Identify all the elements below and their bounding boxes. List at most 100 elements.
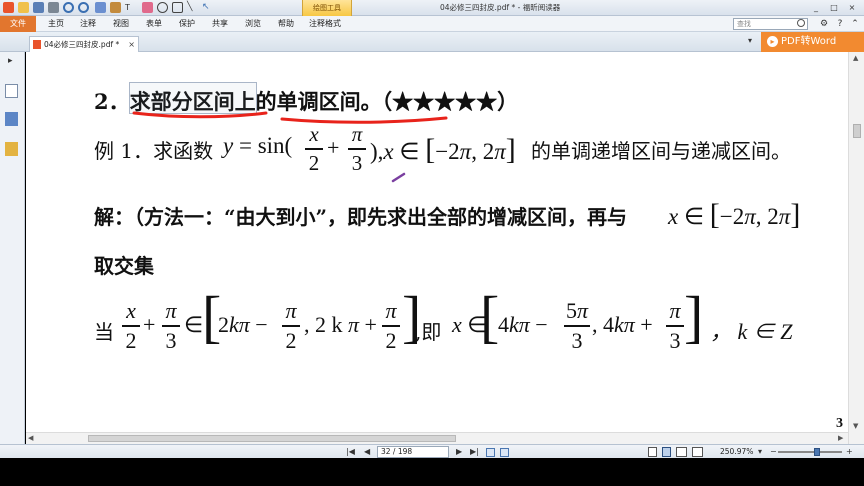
right-bracket-b: ]	[684, 284, 704, 349]
page-corner-number: 3	[836, 416, 843, 431]
file-menu-button[interactable]: 文件	[0, 16, 36, 32]
pdf-file-icon	[33, 40, 41, 49]
pdf-convert-icon: ▸	[767, 36, 778, 47]
zoom-in-icon[interactable]: +	[846, 446, 853, 458]
go-forward-view-icon[interactable]	[500, 448, 509, 457]
scroll-down-icon[interactable]: ▼	[853, 422, 858, 430]
bookmarks-icon[interactable]	[5, 84, 18, 98]
scroll-up-icon[interactable]: ▲	[853, 54, 858, 62]
tab-form[interactable]: 表单	[146, 16, 162, 32]
attachments-icon[interactable]	[5, 142, 18, 156]
left-bracket-b: [	[480, 284, 500, 349]
black-letterbox-bar	[0, 458, 864, 486]
pages-icon[interactable]	[5, 112, 18, 126]
tab-comment[interactable]: 注释	[80, 16, 96, 32]
undo-icon[interactable]	[63, 2, 74, 13]
vertical-scrollbar[interactable]: ▲ ▼	[848, 52, 864, 444]
ellipse-tool-icon[interactable]	[157, 2, 168, 13]
document-tab-bar: 04必修三四封皮.pdf * × ▾	[0, 32, 864, 52]
element-of-sign: ∈	[184, 312, 204, 337]
tab-home[interactable]: 主页	[48, 16, 64, 32]
fraction-5pi-over-3: 5π 3	[564, 298, 590, 353]
pdf-page: 2．求部分区间上的单调区间。（★★★★★） 例 1．求函数 y = sin( x…	[26, 52, 848, 432]
document-tab-label: 04必修三四封皮.pdf *	[44, 40, 120, 49]
document-tab[interactable]: 04必修三四封皮.pdf * ×	[29, 36, 139, 52]
help-icon[interactable]: ?	[834, 19, 846, 30]
ribbon-tabs: 文件 主页 注释 视图 表单 保护 共享 浏览 帮助 注释格式 查找 ⚙ ? ⌃	[0, 16, 864, 32]
search-icon[interactable]	[797, 19, 805, 27]
close-window-button[interactable]: ×	[846, 2, 858, 13]
minimize-button[interactable]: _	[810, 2, 822, 13]
fraction-pi-over-3: π3	[348, 122, 366, 176]
fraction-pi-over-3-c: π3	[666, 298, 684, 354]
next-page-button[interactable]: ▶	[456, 446, 462, 458]
navigation-sidebar: ▸	[0, 52, 25, 444]
vertical-scroll-thumb[interactable]	[853, 124, 861, 138]
tab-comment-format[interactable]: 注释格式	[309, 16, 341, 32]
continuous-facing-view-icon[interactable]	[692, 447, 703, 457]
scroll-right-icon[interactable]: ▶	[838, 434, 843, 442]
status-bar: |◀ ◀ 32 / 198 ▶ ▶| 250.97% ▾ − +	[0, 444, 864, 458]
eraser-icon[interactable]	[142, 2, 153, 13]
term-2k-pi: 2kπ −	[218, 312, 268, 337]
zoom-dropdown-icon[interactable]: ▾	[758, 446, 762, 458]
facing-view-icon[interactable]	[676, 447, 687, 457]
go-back-view-icon[interactable]	[486, 448, 495, 457]
open-folder-icon[interactable]	[18, 2, 29, 13]
tab-list-dropdown-icon[interactable]: ▾	[748, 36, 752, 45]
plus-sign: +	[327, 135, 340, 160]
solution-line-1: 解：（方法一：“由大到小”，即先求出全部的增减区间，再与	[94, 205, 628, 229]
pen-tool-icon[interactable]	[95, 2, 106, 13]
term-4k-pi-plus: , 4kπ +	[592, 312, 653, 337]
solution-line-2: 取交集	[94, 254, 154, 278]
k-in-z: ， k ∈ Z	[710, 319, 793, 344]
maximize-button[interactable]: □	[828, 2, 840, 13]
example-suffix: 的单调递增区间与递减区间。	[531, 139, 791, 163]
arrow-tool-icon[interactable]: ↖	[202, 2, 213, 13]
settings-gear-icon[interactable]: ⚙	[818, 19, 830, 30]
tab-browse[interactable]: 浏览	[245, 16, 261, 32]
line-tool-icon[interactable]: ╲	[187, 2, 198, 13]
tab-view[interactable]: 视图	[113, 16, 129, 32]
term-4k-pi: 4kπ −	[498, 312, 548, 337]
rectangle-tool-icon[interactable]	[172, 2, 183, 13]
tab-protect[interactable]: 保护	[179, 16, 195, 32]
fraction-pi-over-3-b: π3	[162, 298, 180, 354]
tab-help[interactable]: 帮助	[278, 16, 294, 32]
zoom-level[interactable]: 250.97%	[720, 446, 753, 458]
redo-icon[interactable]	[78, 2, 89, 13]
first-page-button[interactable]: |◀	[346, 446, 355, 458]
horizontal-scroll-thumb[interactable]	[88, 435, 456, 442]
zoom-slider[interactable]	[778, 448, 842, 456]
pdf-to-word-label: PDF转Word	[781, 36, 837, 47]
when-label: 当	[94, 320, 114, 344]
window-title: 04必修三四封皮.pdf * - 福昕阅读器	[440, 3, 561, 12]
example-prefix: 例 1．求函数	[94, 139, 214, 163]
tab-share[interactable]: 共享	[212, 16, 228, 32]
fraction-x-over-2-b: x2	[122, 298, 140, 354]
page-number-input[interactable]: 32 / 198	[377, 446, 449, 458]
app-logo-icon	[3, 2, 14, 13]
zoom-slider-knob[interactable]	[814, 448, 820, 456]
save-icon[interactable]	[33, 2, 44, 13]
typewriter-icon[interactable]: T	[125, 2, 136, 13]
pdf-to-word-button[interactable]: ▸ PDF转Word	[761, 32, 864, 52]
fraction-pi-over-2: π2	[282, 298, 300, 354]
ribbon-collapse-icon[interactable]: ⌃	[849, 19, 861, 30]
horizontal-scrollbar[interactable]: ◀ ▶	[26, 432, 848, 444]
scroll-left-icon[interactable]: ◀	[28, 434, 33, 442]
title-bar: T ╲ ↖ 绘图工具 04必修三四封皮.pdf * - 福昕阅读器 _ □ ×	[0, 0, 864, 16]
last-page-button[interactable]: ▶|	[470, 446, 479, 458]
continuous-view-icon[interactable]	[662, 447, 671, 457]
print-icon[interactable]	[48, 2, 59, 13]
term-2k-pi-plus: , 2 k π +	[304, 312, 377, 337]
context-tab-drawing-tools[interactable]: 绘图工具	[302, 0, 352, 16]
formula-y-sin: y = sin(	[223, 133, 293, 158]
single-page-view-icon[interactable]	[648, 447, 657, 457]
formula-x-interval: ),x ∈ [−2π, 2π]	[370, 133, 516, 166]
stamp-icon[interactable]	[110, 2, 121, 13]
sidebar-expand-icon[interactable]: ▸	[8, 56, 21, 70]
previous-page-button[interactable]: ◀	[364, 446, 370, 458]
tab-close-button[interactable]: ×	[128, 37, 135, 52]
zoom-out-icon[interactable]: −	[770, 446, 777, 458]
